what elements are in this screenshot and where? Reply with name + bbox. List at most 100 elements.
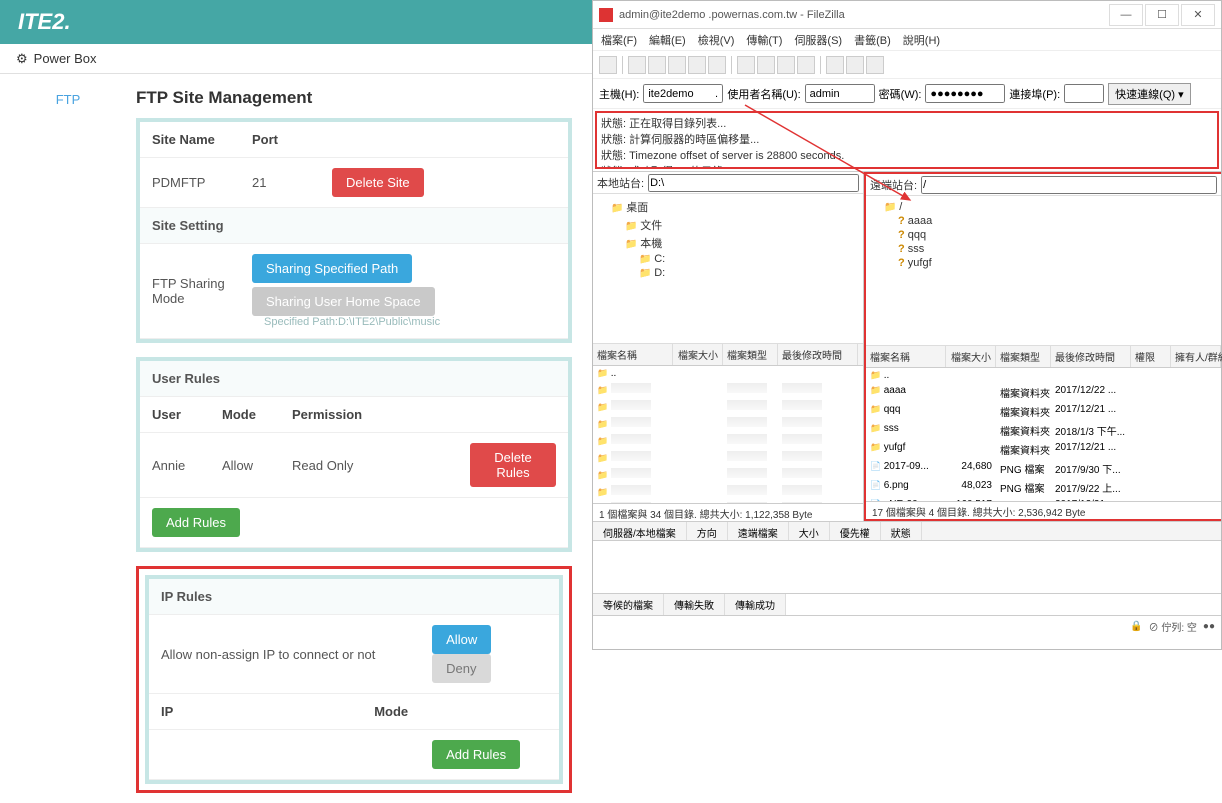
toolbar-icon[interactable] [688, 56, 706, 74]
file-row[interactable]: yufgf檔案資料夾2017/12/21 ... [866, 440, 1221, 459]
quickconnect-button[interactable]: 快速連線(Q) ▾ [1108, 83, 1190, 105]
local-path-input[interactable] [648, 174, 859, 192]
breadcrumb-label: Power Box [34, 51, 97, 66]
page-title: FTP Site Management [136, 88, 572, 108]
col-user: User [140, 397, 210, 433]
log-line: 狀態: Timezone offset of server is 28800 s… [601, 147, 1213, 163]
ip-rules-highlight: IP Rules Allow non-assign IP to connect … [136, 566, 572, 793]
breadcrumb[interactable]: ⚙ Power Box [0, 44, 592, 74]
delete-rules-button[interactable]: Delete Rules [470, 443, 556, 487]
window-title: admin@ite2demo .powernas.com.tw - FileZi… [619, 9, 1109, 21]
brand-logo: ITE2. [18, 9, 71, 35]
user-label: 使用者名稱(U): [727, 86, 800, 102]
menu-edit[interactable]: 編輯(E) [649, 32, 686, 47]
local-file-list[interactable]: .. [593, 366, 863, 503]
toolbar-icon[interactable] [628, 56, 646, 74]
local-tree[interactable]: 桌面 文件 本機 C: D: [593, 194, 863, 344]
password-input[interactable] [925, 84, 1005, 103]
toolbar-icon[interactable] [599, 56, 617, 74]
tree-item[interactable]: sss [898, 242, 1217, 256]
tree-item[interactable]: qqq [898, 228, 1217, 242]
tree-item[interactable]: aaaa [898, 214, 1217, 228]
tree-item[interactable]: 桌面 [611, 198, 859, 216]
remote-pane: 遠端站台: / aaaa qqq sss yufgf 檔案名稱 檔案大小 檔案類… [864, 172, 1221, 521]
remote-label: 遠端站台: [866, 177, 921, 193]
tree-item[interactable]: C: [639, 252, 859, 266]
port-input[interactable] [1064, 84, 1104, 103]
site-port: 21 [240, 158, 320, 208]
file-row[interactable]: 6.png48,023PNG 檔案2017/9/22 上... [866, 478, 1221, 497]
site-row: PDMFTP 21 Delete Site [140, 158, 568, 208]
menu-bookmarks[interactable]: 書籤(B) [854, 32, 891, 47]
local-list-header: 檔案名稱 檔案大小 檔案類型 最後修改時間 [593, 344, 863, 366]
sidebar-item-ftp[interactable]: FTP [0, 92, 136, 107]
toolbar-icon[interactable] [708, 56, 726, 74]
add-ip-rules-button[interactable]: Add Rules [432, 740, 520, 769]
minimize-button[interactable]: — [1109, 4, 1143, 26]
toolbar-icon[interactable] [826, 56, 844, 74]
col-ip-mode: Mode [362, 694, 420, 730]
brand-bar: ITE2. [0, 0, 592, 44]
tab-failed[interactable]: 傳輸失敗 [664, 594, 725, 615]
user-rule-row: Annie Allow Read Only Delete Rules [140, 433, 568, 498]
allow-button[interactable]: Allow [432, 625, 491, 654]
local-pane: 本地站台: 桌面 文件 本機 C: D: 檔案名稱 [593, 172, 864, 521]
local-status: 1 個檔案與 34 個目錄. 總共大小: 1,122,358 Byte [593, 503, 863, 521]
file-row[interactable]: qqq檔案資料夾2017/12/21 ... [866, 402, 1221, 421]
remote-status: 17 個檔案與 4 個目錄. 總共大小: 2,536,942 Byte [866, 501, 1221, 519]
deny-button[interactable]: Deny [432, 654, 490, 683]
tree-item[interactable]: 文件 [625, 216, 859, 234]
add-user-rules-button[interactable]: Add Rules [152, 508, 240, 537]
remote-tree[interactable]: / aaaa qqq sss yufgf [866, 196, 1221, 346]
tab-success[interactable]: 傳輸成功 [725, 594, 786, 615]
site-name: PDMFTP [140, 158, 240, 208]
toolbar-icon[interactable] [866, 56, 884, 74]
menu-view[interactable]: 檢視(V) [698, 32, 735, 47]
ftp-admin-panel: ITE2. ⚙ Power Box FTP FTP Site Managemen… [0, 0, 592, 661]
remote-path-input[interactable] [921, 176, 1217, 194]
lock-icon: 🔒 [1130, 621, 1142, 632]
menu-server[interactable]: 伺服器(S) [794, 32, 842, 47]
maximize-button[interactable]: ☐ [1145, 4, 1179, 26]
content-area: FTP Site Management Site Name Port PDMFT… [136, 74, 592, 803]
username-input[interactable] [805, 84, 875, 103]
toolbar-icon[interactable] [846, 56, 864, 74]
host-label: 主機(H): [599, 86, 639, 102]
log-line: 狀態: 計算伺服器的時區偏移量... [601, 131, 1213, 147]
sharing-specified-button[interactable]: Sharing Specified Path [252, 254, 412, 283]
toolbar-icon[interactable] [797, 56, 815, 74]
file-row[interactable]: 2017-09...24,680PNG 檔案2017/9/30 下... [866, 459, 1221, 478]
file-row[interactable]: sss檔案資料夾2018/1/3 下午... [866, 421, 1221, 440]
toolbar-icon[interactable] [757, 56, 775, 74]
toolbar [593, 51, 1221, 79]
queue-header: 伺服器/本地檔案 方向 遠端檔案 大小 優先權 狀態 [593, 521, 1221, 541]
user-rules-panel: User Rules User Mode Permission Annie Al… [136, 357, 572, 552]
toolbar-icon[interactable] [668, 56, 686, 74]
delete-site-button[interactable]: Delete Site [332, 168, 424, 197]
toolbar-icon[interactable] [737, 56, 755, 74]
statusbar: 🔒 ⊘ 佇列: 空 ●● [593, 615, 1221, 637]
col-port: Port [240, 122, 320, 158]
tree-item[interactable]: 本機 [625, 234, 859, 252]
toolbar-icon[interactable] [648, 56, 666, 74]
tab-queued[interactable]: 等候的檔案 [593, 594, 664, 615]
app-icon [599, 8, 613, 22]
toolbar-icon[interactable] [777, 56, 795, 74]
log-panel: 狀態: 正在取得目錄列表... 狀態: 計算伺服器的時區偏移量... 狀態: T… [595, 111, 1219, 169]
gear-icon: ⚙ [16, 51, 28, 67]
file-row[interactable]: aaaa檔案資料夾2017/12/22 ... [866, 383, 1221, 402]
tree-item[interactable]: yufgf [898, 256, 1217, 270]
remote-list-header: 檔案名稱 檔案大小 檔案類型 最後修改時間 權限 擁有人/群組 [866, 346, 1221, 368]
tree-item[interactable]: D: [639, 266, 859, 280]
host-input[interactable] [643, 84, 723, 103]
remote-file-list[interactable]: .. aaaa檔案資料夾2017/12/22 ...qqq檔案資料夾2017/1… [866, 368, 1221, 501]
sharing-mode-label: FTP Sharing Mode [140, 244, 240, 339]
close-button[interactable]: ✕ [1181, 4, 1215, 26]
menu-transfer[interactable]: 傳輸(T) [746, 32, 782, 47]
menu-file[interactable]: 檔案(F) [601, 32, 637, 47]
sidebar: FTP [0, 74, 136, 803]
status-dots: ●● [1203, 621, 1215, 632]
menu-help[interactable]: 說明(H) [903, 32, 940, 47]
tree-item[interactable]: / [884, 200, 1217, 214]
sharing-homespace-button[interactable]: Sharing User Home Space [252, 287, 435, 316]
